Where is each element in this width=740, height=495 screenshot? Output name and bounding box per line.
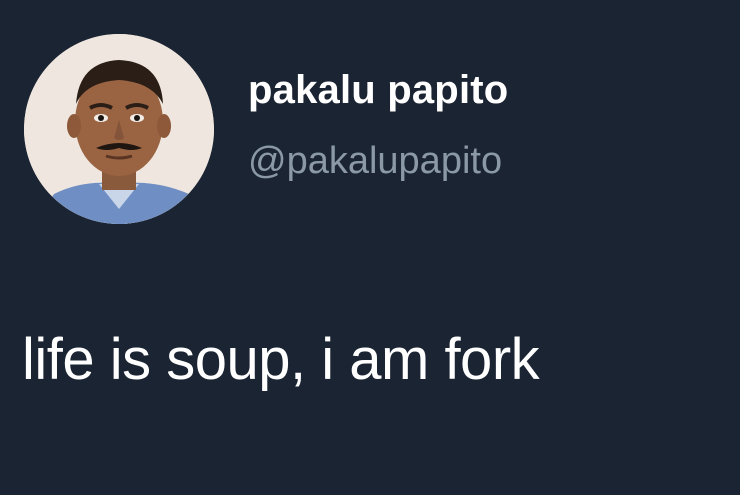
profile-photo-icon xyxy=(24,34,214,224)
display-name[interactable]: pakalu papito xyxy=(248,68,508,113)
tweet-text: life is soup, i am fork xyxy=(22,327,540,392)
tweet-card: pakalu papito @pakalupapito life is soup… xyxy=(0,0,740,495)
user-handle[interactable]: @pakalupapito xyxy=(248,140,502,183)
avatar[interactable] xyxy=(24,34,214,224)
